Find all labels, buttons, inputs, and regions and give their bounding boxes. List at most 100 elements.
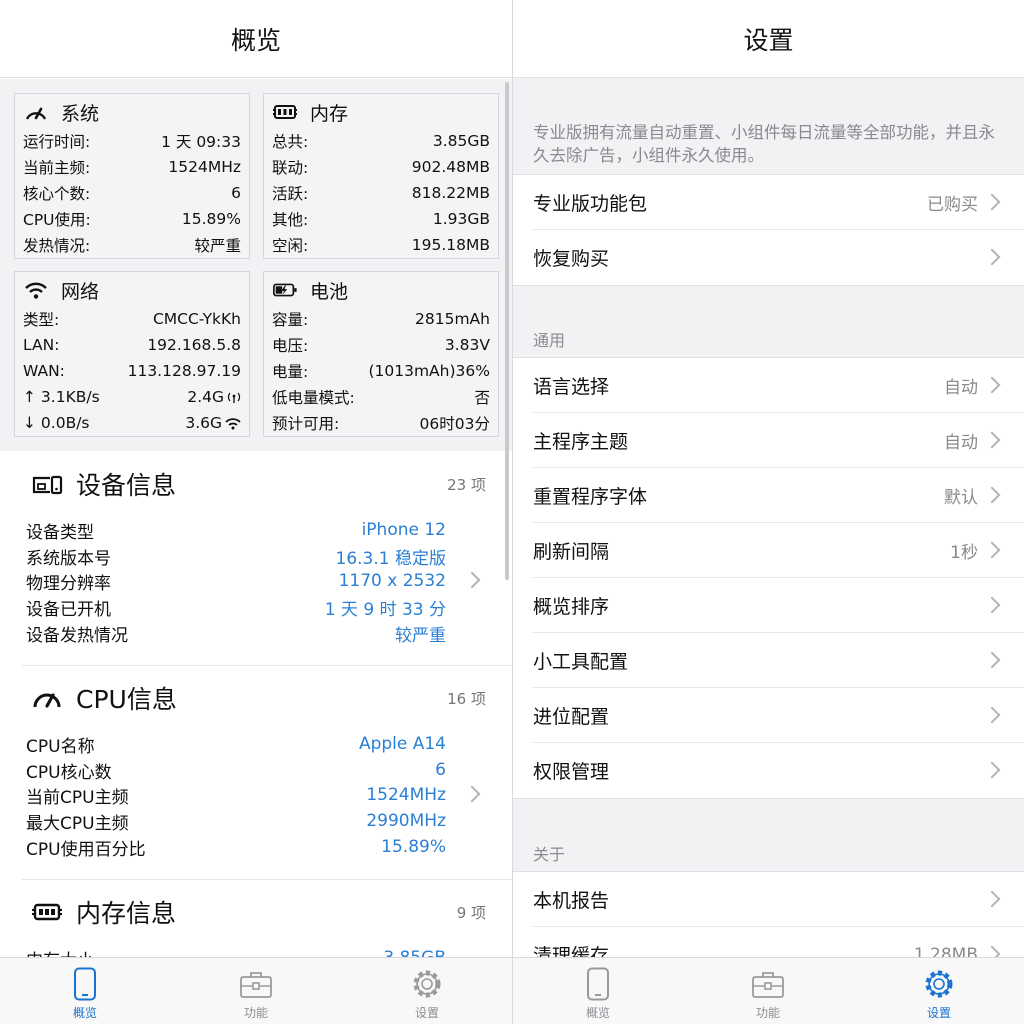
info-row: 设备发热情况 较严重 <box>26 625 446 646</box>
card-row: 低电量模式: 否 <box>272 389 490 407</box>
wifi-small-icon <box>225 417 241 430</box>
card-row: 当前主频: 1524MHz <box>23 158 241 177</box>
settings-cell-pro-pack[interactable]: 专业版功能包 已购买 <box>513 175 1024 230</box>
page-title: 概览 <box>230 25 281 55</box>
info-row: 当前CPU主频 1524MHz <box>26 785 446 808</box>
settings-cell-unit-config[interactable]: 进位配置 <box>513 688 1024 743</box>
gear-icon <box>921 966 957 1002</box>
settings-cell-permissions[interactable]: 权限管理 <box>513 743 1024 798</box>
card-title: 电池 <box>310 280 349 303</box>
memory-chip-icon <box>272 101 298 123</box>
info-row: 最大CPU主频 2990MHz <box>26 811 446 834</box>
gear-icon <box>409 966 445 1002</box>
card-row: 电压: 3.83V <box>272 336 490 355</box>
general-group: 语言选择 自动 主程序主题 自动 重置程序字体 默认 刷新间隔 1秒 概览排序 <box>513 357 1024 799</box>
item-count: 9 项 <box>456 904 486 922</box>
memory-card[interactable]: 内存 总共: 3.85GB 联动: 902.48MB 活跃: 818.22MB 其他:… <box>263 93 499 259</box>
toolbox-icon <box>238 966 274 1002</box>
info-row: CPU使用百分比 15.89% <box>26 837 446 860</box>
section-header: CPU信息 <box>30 678 177 718</box>
chevron-right-icon <box>983 431 1001 449</box>
card-row: 类型: CMCC-YkKh <box>23 310 241 329</box>
chevron-right-icon <box>983 706 1001 724</box>
card-title: 网络 <box>61 280 100 303</box>
card-row: 活跃: 818.22MB <box>272 184 490 203</box>
tab-bar: 概览 功能 设置 <box>513 957 1024 1024</box>
card-row: 运行时间: 1 天 09:33 <box>23 133 241 151</box>
settings-cell-device-report[interactable]: 本机报告 <box>513 872 1024 927</box>
tab-overview[interactable]: 概览 <box>513 958 683 1024</box>
item-count: 16 项 <box>447 690 486 708</box>
chevron-right-icon <box>983 248 1001 266</box>
overview-screen: 概览 系统 运行时间: 1 天 09:33 当前主频: 1524MHz 核心个数: 6… <box>0 0 512 1024</box>
cellular-antenna-icon <box>227 390 241 404</box>
info-row: 系统版本号 16.3.1 稳定版 <box>26 548 446 569</box>
section-title: 内存信息 <box>76 899 177 928</box>
chevron-right-icon <box>983 596 1001 614</box>
settings-cell-refresh-interval[interactable]: 刷新间隔 1秒 <box>513 523 1024 578</box>
divider <box>22 879 512 880</box>
card-row: 总共: 3.85GB <box>272 132 490 151</box>
settings-cell-overview-order[interactable]: 概览排序 <box>513 578 1024 633</box>
cpu-info-section[interactable]: CPU信息 16 项 CPU名称 Apple A14 CPU核心数 6 当前CPU主… <box>22 678 490 878</box>
card-header: 内存 <box>272 99 348 125</box>
tab-overview[interactable]: 概览 <box>0 958 170 1024</box>
card-row: ↓ 0.0B/s 3.6G <box>23 412 241 434</box>
info-row: CPU名称 Apple A14 <box>26 734 446 757</box>
tab-features[interactable]: 功能 <box>683 958 853 1024</box>
card-row: 电量: (1013mAh)36% <box>272 362 490 381</box>
pro-group: 专业版功能包 已购买 恢复购买 <box>513 174 1024 286</box>
tab-settings[interactable]: 设置 <box>342 958 512 1024</box>
settings-cell-font[interactable]: 重置程序字体 默认 <box>513 468 1024 523</box>
tab-features[interactable]: 功能 <box>171 958 341 1024</box>
overview-navbar: 概览 <box>0 0 512 78</box>
card-title: 系统 <box>61 102 100 125</box>
battery-card[interactable]: 电池 容量: 2815mAh 电压: 3.83V 电量: (1013mAh)36% 低… <box>263 271 499 437</box>
card-row: 其他: 1.93GB <box>272 210 490 229</box>
section-title: CPU信息 <box>76 685 177 714</box>
tab-settings[interactable]: 设置 <box>854 958 1024 1024</box>
info-row: 物理分辨率 1170 x 2532 <box>26 571 446 594</box>
page-title: 设置 <box>743 25 794 55</box>
card-title: 内存 <box>310 102 349 125</box>
settings-screen: 设置 专业版拥有流量自动重置、小组件每日流量等全部功能，并且永久去除广告，小组件… <box>513 0 1024 1024</box>
section-header: 设备信息 <box>30 464 176 504</box>
network-card[interactable]: 网络 类型: CMCC-YkKh LAN: 192.168.5.8 WAN: 113.… <box>14 271 250 437</box>
card-row: 联动: 902.48MB <box>272 158 490 177</box>
chevron-right-icon <box>983 651 1001 669</box>
section-title: 设备信息 <box>76 471 177 500</box>
card-row: 空闲: 195.18MB <box>272 236 490 255</box>
device-icon <box>30 471 64 497</box>
settings-navbar: 设置 <box>513 0 1024 78</box>
card-row: 核心个数: 6 <box>23 184 241 203</box>
settings-cell-restore-purchase[interactable]: 恢复购买 <box>513 230 1024 285</box>
card-row: ↑ 3.1KB/s 2.4G <box>23 386 241 408</box>
chevron-right-icon <box>463 785 481 803</box>
settings-cell-language[interactable]: 语言选择 自动 <box>513 358 1024 413</box>
divider <box>22 665 512 666</box>
battery-charging-icon <box>272 279 298 301</box>
system-card[interactable]: 系统 运行时间: 1 天 09:33 当前主频: 1524MHz 核心个数: 6 CP… <box>14 93 250 259</box>
chevron-right-icon <box>983 193 1001 211</box>
card-row: 容量: 2815mAh <box>272 310 490 329</box>
card-header: 网络 <box>23 277 99 303</box>
card-header: 系统 <box>23 99 99 125</box>
phone-icon <box>580 966 616 1002</box>
pro-description: 专业版拥有流量自动重置、小组件每日流量等全部功能，并且永久去除广告，小组件永久使… <box>533 123 995 165</box>
info-row: CPU核心数 6 <box>26 760 446 783</box>
device-info-section[interactable]: 设备信息 23 项 设备类型 iPhone 12 系统版本号 16.3.1 稳定版 … <box>22 464 490 664</box>
card-row: 预计可用: 06时03分 <box>272 415 490 433</box>
card-row: LAN: 192.168.5.8 <box>23 336 241 354</box>
chevron-right-icon <box>983 890 1001 908</box>
card-row: 发热情况: 较严重 <box>23 237 241 255</box>
chevron-right-icon <box>983 486 1001 504</box>
settings-cell-widget-config[interactable]: 小工具配置 <box>513 633 1024 688</box>
scrollbar[interactable] <box>505 82 509 580</box>
chevron-right-icon <box>463 571 481 589</box>
chevron-right-icon <box>983 376 1001 394</box>
item-count: 23 项 <box>447 476 486 494</box>
info-row: 设备已开机 1 天 9 时 33 分 <box>26 599 446 620</box>
speedometer-icon <box>30 685 64 711</box>
settings-cell-theme[interactable]: 主程序主题 自动 <box>513 413 1024 468</box>
wifi-icon <box>23 279 49 301</box>
